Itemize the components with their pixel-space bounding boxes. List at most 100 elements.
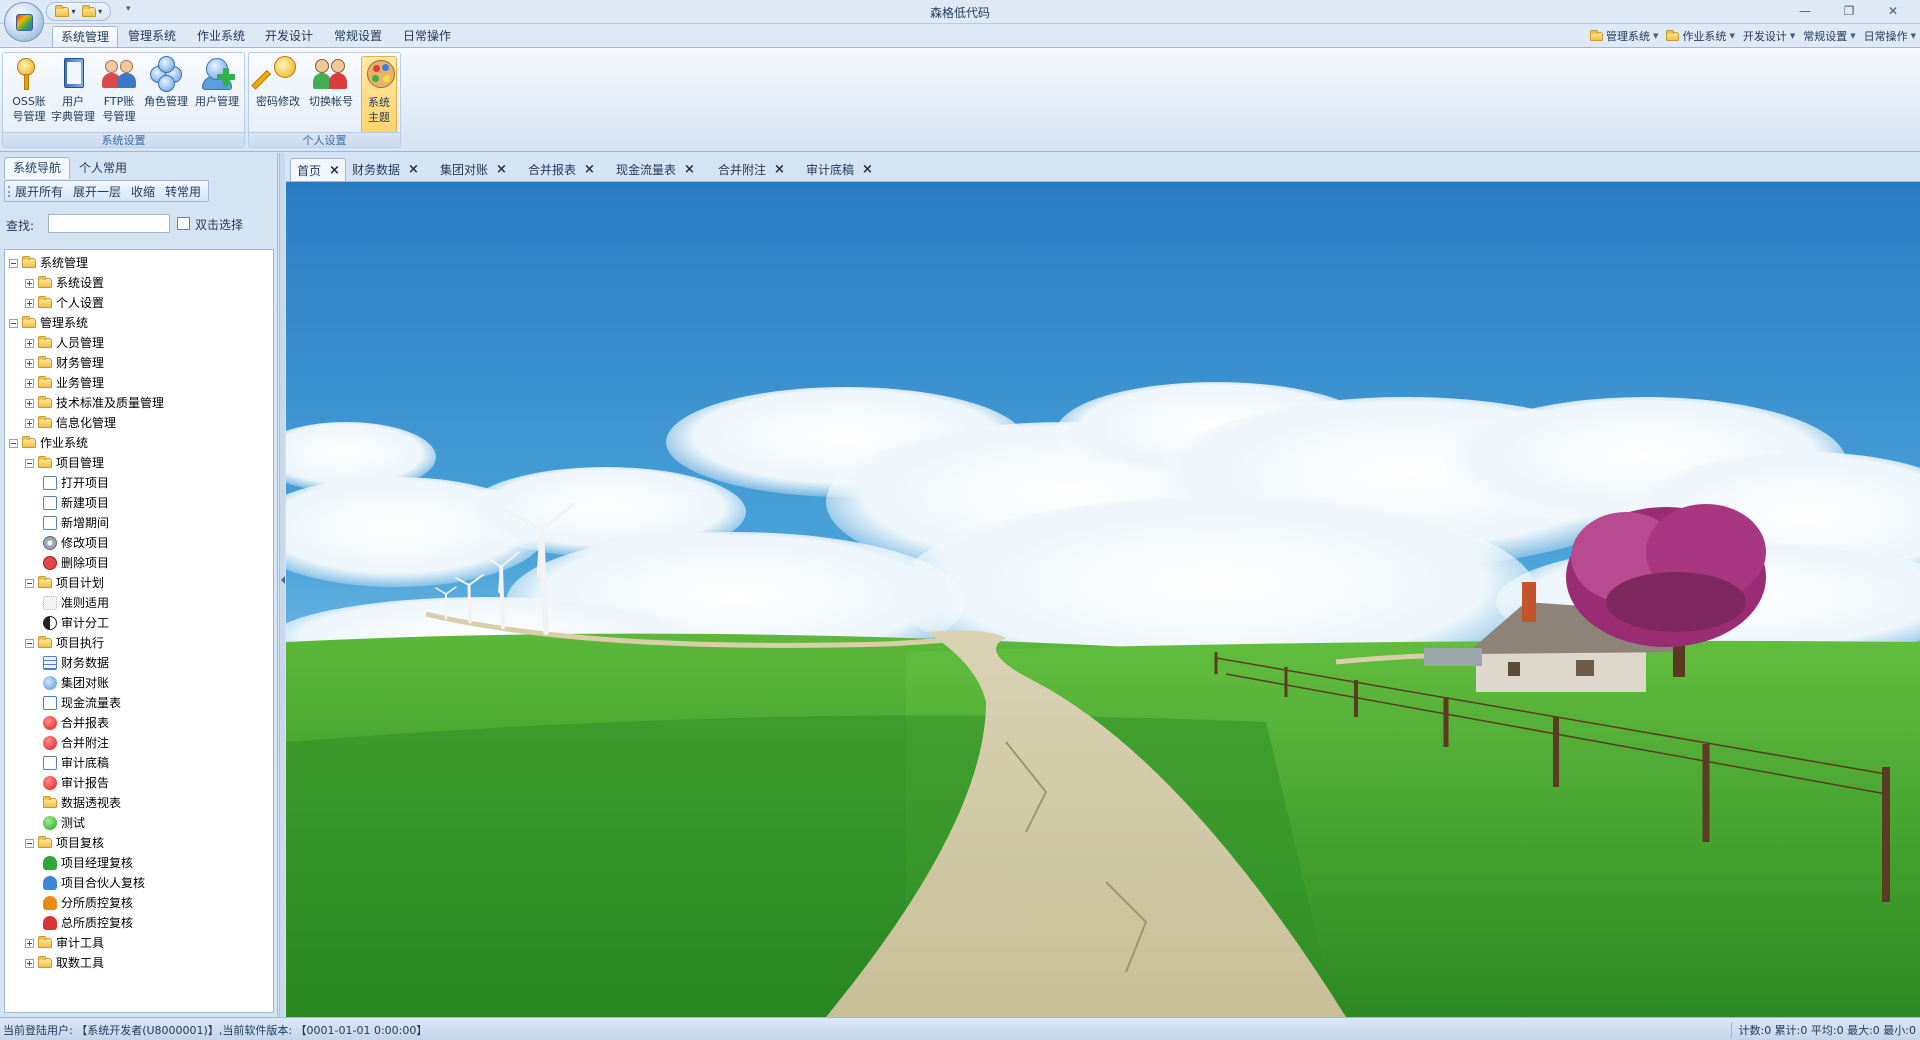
tree-node[interactable]: 总所质控复核 bbox=[41, 914, 133, 932]
tree-node[interactable]: 业务管理 bbox=[25, 374, 104, 392]
menu-management-system[interactable]: 管理系统 ▼ bbox=[1590, 28, 1658, 44]
collapse-node-icon[interactable] bbox=[25, 638, 34, 648]
tab-personal-favorites[interactable]: 个人常用 bbox=[70, 157, 136, 179]
tree-node[interactable]: 管理系统 bbox=[9, 314, 88, 332]
tree-node[interactable]: 系统管理 bbox=[9, 254, 88, 272]
expand-node-icon[interactable] bbox=[25, 958, 34, 968]
collapse-node-icon[interactable] bbox=[9, 258, 18, 268]
collapse-node-icon[interactable] bbox=[25, 838, 34, 848]
tree-node[interactable]: 现金流量表 bbox=[41, 694, 121, 712]
tab-daily-operations[interactable]: 日常操作 bbox=[395, 26, 459, 48]
document-tab[interactable]: 合并报表 × bbox=[522, 158, 610, 181]
menu-general-settings[interactable]: 常规设置 ▼ bbox=[1803, 28, 1855, 44]
tree-node[interactable]: 新建项目 bbox=[41, 494, 109, 512]
document-tab[interactable]: 合并附注 × bbox=[712, 158, 800, 181]
search-input[interactable] bbox=[48, 214, 170, 233]
expand-node-icon[interactable] bbox=[25, 938, 34, 948]
tree-node[interactable]: 系统设置 bbox=[25, 274, 104, 292]
close-tab-icon[interactable]: × bbox=[584, 162, 595, 177]
tree-node[interactable]: 个人设置 bbox=[25, 294, 104, 312]
collapse-node-icon[interactable] bbox=[25, 578, 34, 588]
collapse-button[interactable]: 收缩 bbox=[131, 183, 155, 200]
tree-node[interactable]: 新增期间 bbox=[41, 514, 109, 532]
expand-one-level-button[interactable]: 展开一层 bbox=[73, 183, 121, 200]
oss-account-button[interactable]: OSS账 号管理 bbox=[7, 56, 51, 132]
expand-node-icon[interactable] bbox=[25, 418, 34, 428]
tree-node[interactable]: 人员管理 bbox=[25, 334, 104, 352]
document-tab[interactable]: 集团对账 × bbox=[434, 158, 522, 181]
tree-node[interactable]: 项目管理 bbox=[25, 454, 104, 472]
tree-node[interactable]: 分所质控复核 bbox=[41, 894, 133, 912]
system-theme-button[interactable]: 系统 主题 bbox=[361, 56, 397, 136]
role-management-button[interactable]: 角色管理 bbox=[140, 56, 192, 132]
expand-node-icon[interactable] bbox=[25, 398, 34, 408]
tree-node[interactable]: 作业系统 bbox=[9, 434, 88, 452]
tab-general-settings[interactable]: 常规设置 bbox=[326, 26, 390, 48]
close-button[interactable]: ✕ bbox=[1876, 0, 1910, 22]
tree-node[interactable]: 财务数据 bbox=[41, 654, 109, 672]
tab-management-system[interactable]: 管理系统 bbox=[120, 26, 184, 48]
tab-operation-system[interactable]: 作业系统 bbox=[189, 26, 253, 48]
tree-node[interactable]: 集团对账 bbox=[41, 674, 109, 692]
ftp-account-button[interactable]: FTP账 号管理 bbox=[96, 56, 142, 132]
close-tab-icon[interactable]: × bbox=[862, 162, 873, 177]
close-tab-icon[interactable]: × bbox=[774, 162, 785, 177]
tree-node[interactable]: 项目计划 bbox=[25, 574, 104, 592]
restore-button[interactable]: ❐ bbox=[1832, 0, 1866, 22]
expand-node-icon[interactable] bbox=[25, 338, 34, 348]
collapse-arrow-icon[interactable] bbox=[281, 576, 285, 584]
tab-system-management[interactable]: 系统管理 bbox=[52, 26, 119, 48]
minimize-button[interactable]: — bbox=[1788, 0, 1822, 22]
tree-node[interactable]: 数据透视表 bbox=[41, 794, 121, 812]
document-tab[interactable]: 首页 × bbox=[290, 158, 346, 181]
expand-all-button[interactable]: 展开所有 bbox=[15, 183, 63, 200]
tab-system-navigation[interactable]: 系统导航 bbox=[4, 157, 71, 179]
collapse-node-icon[interactable] bbox=[9, 318, 18, 328]
tree-node[interactable]: 合并报表 bbox=[41, 714, 109, 732]
open-recent-button[interactable]: ▾ bbox=[80, 4, 105, 19]
collapse-node-icon[interactable] bbox=[25, 458, 34, 468]
tree-node[interactable]: 技术标准及质量管理 bbox=[25, 394, 164, 412]
tree-node[interactable]: 合并附注 bbox=[41, 734, 109, 752]
tree-node[interactable]: 修改项目 bbox=[41, 534, 109, 552]
tree-node[interactable]: 打开项目 bbox=[41, 474, 109, 492]
close-tab-icon[interactable]: × bbox=[408, 162, 419, 177]
close-tab-icon[interactable]: × bbox=[329, 163, 340, 178]
tree-node[interactable]: 审计工具 bbox=[25, 934, 104, 952]
document-tab[interactable]: 财务数据 × bbox=[346, 158, 434, 181]
document-tab[interactable]: 现金流量表 × bbox=[610, 158, 712, 181]
expand-node-icon[interactable] bbox=[25, 278, 34, 288]
menu-operation-system[interactable]: 作业系统 ▼ bbox=[1666, 28, 1735, 44]
tree-node[interactable]: 财务管理 bbox=[25, 354, 104, 372]
menu-development-design[interactable]: 开发设计 ▼ bbox=[1743, 28, 1795, 44]
tree-node[interactable]: 项目执行 bbox=[25, 634, 104, 652]
tree-node[interactable]: 取数工具 bbox=[25, 954, 104, 972]
collapse-node-icon[interactable] bbox=[9, 438, 18, 448]
tree-node[interactable]: 项目复核 bbox=[25, 834, 104, 852]
expand-node-icon[interactable] bbox=[25, 378, 34, 388]
customize-qat-icon[interactable]: ▾ bbox=[126, 4, 131, 14]
tree-node[interactable]: 项目合伙人复核 bbox=[41, 874, 145, 892]
tree-node[interactable]: 准则适用 bbox=[41, 594, 109, 612]
open-folder-button[interactable]: ▾ bbox=[53, 4, 78, 19]
application-menu-button[interactable] bbox=[4, 2, 44, 42]
tree-node[interactable]: 删除项目 bbox=[41, 554, 109, 572]
double-click-select-checkbox[interactable] bbox=[177, 217, 190, 230]
close-tab-icon[interactable]: × bbox=[496, 162, 507, 177]
menu-daily-operations[interactable]: 日常操作 ▼ bbox=[1864, 28, 1916, 44]
expand-node-icon[interactable] bbox=[25, 298, 34, 308]
user-dictionary-button[interactable]: 用户 字典管理 bbox=[50, 56, 96, 132]
tab-development-design[interactable]: 开发设计 bbox=[257, 26, 321, 48]
user-management-button[interactable]: 用户管理 bbox=[192, 56, 242, 132]
panel-splitter[interactable] bbox=[279, 153, 285, 1017]
tree-node[interactable]: 项目经理复核 bbox=[41, 854, 133, 872]
switch-account-button[interactable]: 切换帐号 bbox=[306, 56, 356, 132]
expand-node-icon[interactable] bbox=[25, 358, 34, 368]
tree-node[interactable]: 测试 bbox=[41, 814, 85, 832]
document-tab[interactable]: 审计底稿 × bbox=[800, 158, 886, 181]
tree-node[interactable]: 审计底稿 bbox=[41, 754, 109, 772]
add-to-favorites-button[interactable]: 转常用 bbox=[165, 183, 201, 200]
tree-node[interactable]: 审计分工 bbox=[41, 614, 109, 632]
tree-node[interactable]: 信息化管理 bbox=[25, 414, 116, 432]
close-tab-icon[interactable]: × bbox=[684, 162, 695, 177]
